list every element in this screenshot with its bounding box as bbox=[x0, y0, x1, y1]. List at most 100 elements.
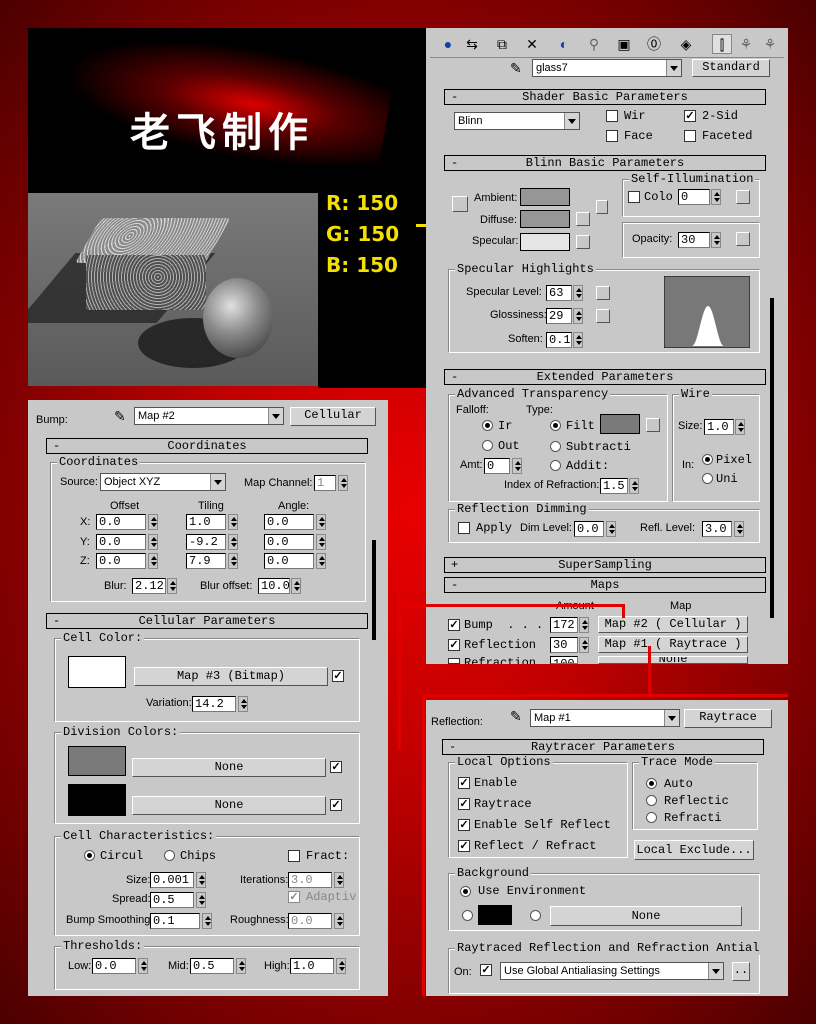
cell-map-button[interactable]: Map #3 (Bitmap) bbox=[134, 667, 328, 686]
raytrace-checkbox[interactable]: ✓ bbox=[458, 798, 470, 810]
reflection-map-button[interactable]: Map #1 ( Raytrace ) bbox=[598, 636, 748, 653]
y-offset-spinner[interactable] bbox=[148, 534, 158, 550]
self-illum-spinner[interactable] bbox=[711, 189, 721, 205]
go-parent-icon[interactable]: ⚘ bbox=[736, 34, 756, 54]
diffuse-map-button[interactable] bbox=[576, 212, 590, 226]
source-dropdown[interactable]: Object XYZ bbox=[100, 473, 226, 491]
bump-eyedropper-icon[interactable]: ✎ bbox=[114, 408, 126, 425]
specular-swatch[interactable] bbox=[520, 233, 570, 251]
bump-smoothing-field[interactable]: 0.1 bbox=[150, 913, 200, 929]
lock-diffuse-specular-button[interactable] bbox=[596, 200, 608, 214]
variation-field[interactable]: 14.2 bbox=[192, 696, 236, 712]
cell-map-checkbox[interactable]: ✓ bbox=[332, 670, 344, 682]
reflect-refract-checkbox[interactable]: ✓ bbox=[458, 840, 470, 852]
low-field[interactable]: 0.0 bbox=[92, 958, 136, 974]
wire-checkbox[interactable] bbox=[606, 110, 618, 122]
self-illum-color-checkbox[interactable] bbox=[628, 191, 640, 203]
division-map-2-checkbox[interactable]: ✓ bbox=[330, 799, 342, 811]
hierarchy-icon[interactable]: ⚲ bbox=[584, 34, 604, 54]
mid-field[interactable]: 0.5 bbox=[190, 958, 234, 974]
z-offset-spinner[interactable] bbox=[148, 553, 158, 569]
bump-map-dropdown[interactable]: Map #2 bbox=[134, 407, 284, 425]
division-map-1-button[interactable]: None bbox=[132, 758, 326, 777]
wire-size-spinner[interactable] bbox=[735, 419, 745, 435]
size-field[interactable]: 0.001 bbox=[150, 872, 194, 888]
show-end-result-icon[interactable]: ⫿ bbox=[712, 34, 732, 54]
spread-field[interactable]: 0.5 bbox=[150, 892, 194, 908]
dim-level-field[interactable]: 0.0 bbox=[574, 521, 604, 537]
bump-amount-field[interactable]: 172 bbox=[550, 617, 578, 633]
map-channel-spinner[interactable] bbox=[338, 475, 348, 491]
adaptive-checkbox[interactable]: ✓ bbox=[288, 891, 300, 903]
bump-map-checkbox[interactable]: ✓ bbox=[448, 619, 460, 631]
self-reflect-checkbox[interactable]: ✓ bbox=[458, 819, 470, 831]
x-tiling-field[interactable]: 1.0 bbox=[186, 514, 226, 530]
opacity-map-button[interactable] bbox=[736, 232, 750, 246]
ambient-swatch[interactable] bbox=[520, 188, 570, 206]
x-angle-field[interactable]: 0.0 bbox=[264, 514, 314, 530]
face-map-checkbox[interactable] bbox=[606, 130, 618, 142]
refl-level-spinner[interactable] bbox=[734, 521, 744, 537]
bump-scrollbar[interactable] bbox=[372, 540, 376, 640]
ior-field[interactable]: 1.5 bbox=[600, 478, 628, 494]
antialias-dropdown[interactable]: Use Global Antialiasing Settings bbox=[500, 962, 724, 980]
show-map-icon[interactable]: ◈ bbox=[676, 34, 696, 54]
opacity-field[interactable]: 30 bbox=[678, 232, 710, 248]
trace-auto-radio[interactable] bbox=[646, 778, 657, 789]
rollout-shader-basic[interactable]: - Shader Basic Parameters bbox=[444, 89, 766, 105]
division-color-1-swatch[interactable] bbox=[68, 746, 126, 776]
faceted-checkbox[interactable] bbox=[684, 130, 696, 142]
z-angle-field[interactable]: 0.0 bbox=[264, 553, 314, 569]
circular-radio[interactable] bbox=[84, 850, 95, 861]
refraction-map-button[interactable]: None bbox=[598, 656, 748, 664]
put-library-icon[interactable]: ▣ bbox=[614, 34, 634, 54]
type-subtractive-radio[interactable] bbox=[550, 441, 561, 452]
eyedropper-icon[interactable]: ✎ bbox=[510, 60, 522, 77]
wire-units-radio[interactable] bbox=[702, 473, 713, 484]
y-tiling-field[interactable]: -9.2 bbox=[186, 534, 226, 550]
reflection-map-dropdown[interactable]: Map #1 bbox=[530, 709, 680, 727]
fractal-checkbox[interactable] bbox=[288, 850, 300, 862]
put-material-icon[interactable]: ⇆ bbox=[462, 34, 482, 54]
chips-radio[interactable] bbox=[164, 850, 175, 861]
wire-pixels-radio[interactable] bbox=[702, 454, 713, 465]
reflection-type-button[interactable]: Raytrace bbox=[684, 709, 772, 728]
material-id-icon[interactable]: ⓪ bbox=[644, 34, 664, 54]
antialias-on-checkbox[interactable]: ✓ bbox=[480, 964, 492, 976]
amt-field[interactable]: 0 bbox=[484, 458, 510, 474]
blur-offset-spinner[interactable] bbox=[291, 578, 301, 594]
low-spinner[interactable] bbox=[138, 958, 148, 974]
scrollbar[interactable] bbox=[770, 298, 774, 618]
falloff-out-radio[interactable] bbox=[482, 440, 493, 451]
refraction-map-checkbox[interactable] bbox=[448, 658, 460, 664]
use-environment-radio[interactable] bbox=[460, 886, 471, 897]
trace-refraction-radio[interactable] bbox=[646, 812, 657, 823]
diffuse-swatch[interactable] bbox=[520, 210, 570, 228]
cell-color-swatch[interactable] bbox=[68, 656, 126, 688]
soften-field[interactable]: 0.1 bbox=[546, 332, 572, 348]
y-angle-field[interactable]: 0.0 bbox=[264, 534, 314, 550]
refraction-amount-field[interactable]: 100 bbox=[550, 656, 578, 664]
material-type-button[interactable]: Standard bbox=[692, 59, 770, 77]
division-map-1-checkbox[interactable]: ✓ bbox=[330, 761, 342, 773]
glossiness-field[interactable]: 29 bbox=[546, 308, 572, 324]
blur-field[interactable]: 2.12 bbox=[132, 578, 166, 594]
spec-level-spinner[interactable] bbox=[573, 285, 583, 301]
rollout-coordinates[interactable]: - Coordinates bbox=[46, 438, 368, 454]
ior-spinner[interactable] bbox=[629, 478, 639, 494]
material-name-dropdown[interactable]: glass7 bbox=[532, 59, 682, 77]
blur-spinner[interactable] bbox=[167, 578, 177, 594]
enable-checkbox[interactable]: ✓ bbox=[458, 777, 470, 789]
x-offset-field[interactable]: 0.0 bbox=[96, 514, 146, 530]
z-tiling-spinner[interactable] bbox=[228, 553, 238, 569]
apply-dimming-checkbox[interactable] bbox=[458, 522, 470, 534]
shader-dropdown[interactable]: Blinn bbox=[454, 112, 580, 130]
x-tiling-spinner[interactable] bbox=[228, 514, 238, 530]
rollout-blinn-basic[interactable]: - Blinn Basic Parameters bbox=[444, 155, 766, 171]
division-color-2-swatch[interactable] bbox=[68, 784, 126, 816]
lock-ambient-diffuse-button[interactable] bbox=[452, 196, 468, 212]
reflection-amount-spinner[interactable] bbox=[579, 637, 589, 653]
opacity-spinner[interactable] bbox=[711, 232, 721, 248]
iterations-field[interactable]: 3.0 bbox=[288, 872, 332, 888]
spread-spinner[interactable] bbox=[196, 892, 206, 908]
